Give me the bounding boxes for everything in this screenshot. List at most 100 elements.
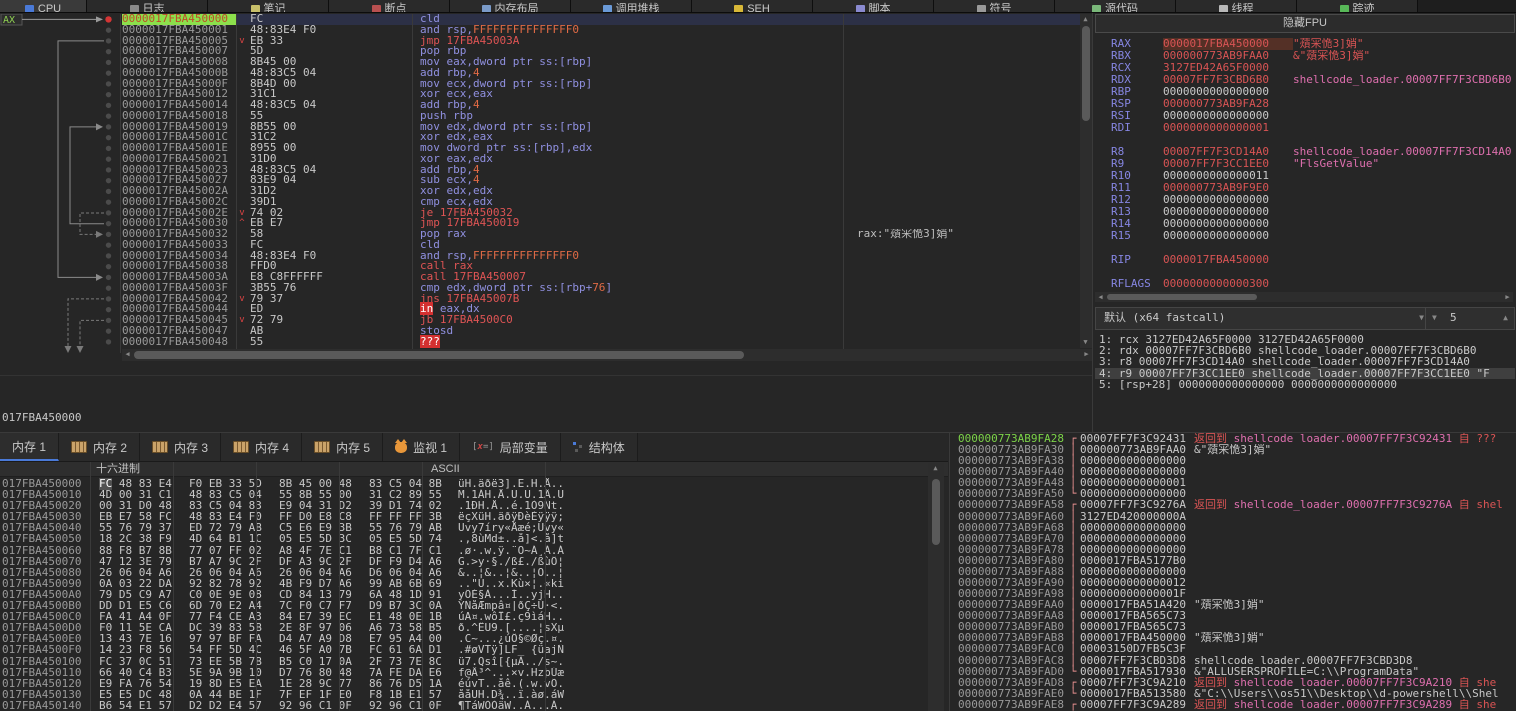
main-tab-踪迹[interactable]: 踪迹: [1297, 0, 1418, 12]
breakpoint-dot[interactable]: [106, 199, 111, 204]
breakpoint-dot[interactable]: [106, 113, 111, 118]
breakpoint-dot[interactable]: [106, 124, 111, 129]
registers-horizontal-scrollbar[interactable]: ◀ ▶: [1095, 292, 1513, 302]
register-row-RBP[interactable]: RBP0000000000000000: [1095, 86, 1515, 98]
breakpoint-dot[interactable]: [106, 318, 111, 323]
stack-pane[interactable]: 000000773AB9FA28┌00007FF7F3C92431返回到 she…: [950, 432, 1516, 711]
dump-vertical-scrollbar[interactable]: ▲: [928, 463, 944, 711]
disasm-row[interactable]: 0000017FBA450042v79 37jns 17FBA45007B: [122, 294, 1080, 305]
registers-pane[interactable]: 隐藏FPU RAX0000017FBA450000"薠冞恑3]娋"RBX0000…: [1092, 13, 1516, 432]
register-row-R10[interactable]: R100000000000000011: [1095, 170, 1515, 182]
main-tab-源代码[interactable]: 源代码: [1055, 0, 1176, 12]
breakpoint-dot-active[interactable]: [105, 16, 111, 22]
scroll-up-arrow[interactable]: ▲: [930, 463, 941, 474]
breakpoint-dot[interactable]: [106, 81, 111, 86]
register-row-RIP[interactable]: RIP0000017FBA450000: [1095, 254, 1515, 266]
breakpoint-dot[interactable]: [106, 49, 111, 54]
register-row-RBX[interactable]: RBX000000773AB9FAA0&"薠冞恑3]娋": [1095, 50, 1515, 62]
breakpoint-dot[interactable]: [106, 210, 111, 215]
register-row-RDX[interactable]: RDX00007FF7F3CBD6B0shellcode_loader.0000…: [1095, 74, 1515, 86]
disasm-vertical-scrollbar[interactable]: ▲ ▼: [1080, 14, 1092, 348]
dump-row[interactable]: 017FBA4500F014 23 F8 5654 FF 5D 4C46 5F …: [0, 644, 948, 655]
dump-tab-内存 3[interactable]: 内存 3: [140, 433, 221, 461]
dump-tab-内存 2[interactable]: 内存 2: [59, 433, 140, 461]
breakpoint-dot[interactable]: [106, 156, 111, 161]
breakpoint-dot[interactable]: [106, 221, 111, 226]
breakpoint-dot[interactable]: [106, 70, 111, 75]
register-row-RDI[interactable]: RDI0000000000000001: [1095, 122, 1515, 134]
register-row-RAX[interactable]: RAX0000017FBA450000"薠冞恑3]娋": [1095, 38, 1515, 50]
scroll-left-arrow[interactable]: ◀: [122, 349, 133, 360]
dump-row[interactable]: 017FBA45006088 F8 B7 8B77 07 FF 02A8 4F …: [0, 545, 948, 556]
register-row-R12[interactable]: R120000000000000000: [1095, 194, 1515, 206]
stack-row[interactable]: 000000773AB9FAC8│00007FF7F3CBD3D8shellco…: [950, 655, 1516, 666]
scroll-right-arrow[interactable]: ▶: [1081, 349, 1092, 360]
disasm-row[interactable]: 0000017FBA450005vEB 33jmp 17FBA45003A: [122, 36, 1080, 47]
main-tab-日志[interactable]: 日志: [87, 0, 208, 12]
disasm-horizontal-scrollbar[interactable]: ◀ ▶: [122, 349, 1092, 361]
main-tab-符号[interactable]: 符号: [934, 0, 1055, 12]
disasm-row[interactable]: 0000017FBA45003258pop raxrax:"薠冞恑3]娋": [122, 229, 1080, 240]
hex-dump-rows[interactable]: 017FBA450000FC 48 83 E4F0 EB 33 5D8B 45 …: [0, 478, 948, 711]
breakpoint-dot[interactable]: [106, 178, 111, 183]
dump-tab-监视 1[interactable]: 监视 1: [383, 433, 460, 461]
register-row-R13[interactable]: R130000000000000000: [1095, 206, 1515, 218]
breakpoint-dot[interactable]: [106, 253, 111, 258]
disassembly-rows[interactable]: 0000017FBA450000FCcld0000017FBA45000148:…: [122, 14, 1080, 353]
breakpoint-dot[interactable]: [106, 285, 111, 290]
register-row-R9[interactable]: R900007FF7F3CC1EE0"FlsGetValue": [1095, 158, 1515, 170]
breakpoint-dot[interactable]: [106, 146, 111, 151]
disasm-row[interactable]: 0000017FBA45001448:83C5 04add rbp,4: [122, 100, 1080, 111]
breakpoint-dot[interactable]: [106, 103, 111, 108]
dump-tab-内存 1[interactable]: 内存 1: [0, 433, 59, 461]
main-tab-笔记[interactable]: 笔记: [208, 0, 329, 12]
scroll-left-arrow[interactable]: ◀: [1095, 292, 1106, 303]
main-tab-脚本[interactable]: 脚本: [813, 0, 934, 12]
argument-count-spinner[interactable]: ▼ 5 ▲: [1425, 307, 1515, 330]
jump-arrow-margin[interactable]: AX: [0, 14, 122, 355]
breakpoint-dot[interactable]: [106, 135, 111, 140]
memory-dump-pane[interactable]: 内存 1内存 2内存 3内存 4内存 5监视 1[x=]局部变量结构体 十六进制…: [0, 432, 950, 711]
register-row-R8[interactable]: R800007FF7F3CD14A0shellcode_loader.00007…: [1095, 146, 1515, 158]
scrollbar-thumb[interactable]: [932, 479, 940, 545]
disasm-row[interactable]: 0000017FBA450047ABstosd: [122, 326, 1080, 337]
stack-row[interactable]: 000000773AB9FA60│3127ED420000000A: [950, 511, 1516, 522]
register-row-RSP[interactable]: RSP000000773AB9FA28: [1095, 98, 1515, 110]
disasm-row[interactable]: 0000017FBA45004855???: [122, 337, 1080, 348]
breakpoint-dot[interactable]: [106, 167, 111, 172]
breakpoint-dot[interactable]: [106, 27, 111, 32]
disasm-row[interactable]: 0000017FBA450045v72 79jb 17FBA4500C0: [122, 315, 1080, 326]
main-tab-SEH[interactable]: SEH: [692, 0, 813, 12]
breakpoint-dot[interactable]: [106, 60, 111, 65]
register-row-RFLAGS[interactable]: RFLAGS0000000000000300: [1095, 278, 1515, 290]
breakpoint-dot[interactable]: [106, 92, 111, 97]
register-row-RCX[interactable]: RCX3127ED42A65F0000: [1095, 62, 1515, 74]
register-row-R15[interactable]: R150000000000000000: [1095, 230, 1515, 242]
disassembly-pane[interactable]: AX 0000017FBA450000FCcld0000017FBA450001…: [0, 13, 1092, 431]
main-tab-CPU[interactable]: CPU: [0, 0, 87, 13]
dump-tab-局部变量[interactable]: [x=]局部变量: [460, 433, 561, 461]
main-tab-线程[interactable]: 线程: [1176, 0, 1297, 12]
main-tab-调用堆栈[interactable]: 调用堆栈: [571, 0, 692, 12]
argument-row[interactable]: 3: r8 00007FF7F3CD14A0 shellcode_loader.…: [1095, 356, 1515, 367]
scroll-down-arrow[interactable]: ▼: [1080, 337, 1091, 348]
calling-convention-select[interactable]: 默认 (x64 fastcall) ▼: [1095, 307, 1431, 330]
register-list[interactable]: RAX0000017FBA450000"薠冞恑3]娋"RBX000000773A…: [1095, 38, 1515, 290]
disasm-row[interactable]: 0000017FBA450030^EB E7jmp 17FBA450019: [122, 218, 1080, 229]
hide-fpu-button[interactable]: 隐藏FPU: [1095, 14, 1515, 33]
breakpoint-dot[interactable]: [106, 264, 111, 269]
stack-row[interactable]: 000000773AB9FA58┌00007FF7F3C9276A返回到 she…: [950, 499, 1516, 510]
stack-row[interactable]: 000000773AB9FAC0│00003150D7FB5C3F: [950, 643, 1516, 654]
register-row-R14[interactable]: R140000000000000000: [1095, 218, 1515, 230]
breakpoint-dot[interactable]: [106, 339, 111, 344]
breakpoint-dot[interactable]: [106, 328, 111, 333]
breakpoint-dot-column[interactable]: [105, 16, 111, 344]
argument-row[interactable]: 5: [rsp+28] 0000000000000000 00000000000…: [1095, 379, 1515, 390]
argument-list[interactable]: 1: rcx 3127ED42A65F0000 3127ED42A65F0000…: [1095, 334, 1515, 390]
scroll-up-arrow[interactable]: ▲: [1080, 14, 1091, 25]
register-row-R11[interactable]: R11000000773AB9F9E0: [1095, 182, 1515, 194]
scrollbar-thumb[interactable]: [134, 351, 744, 359]
breakpoint-dot[interactable]: [106, 38, 111, 43]
dump-row[interactable]: 017FBA450100FC 37 0C 5173 EE 5B 7BB5 C0 …: [0, 656, 948, 667]
main-tab-内存布局[interactable]: 内存布局: [450, 0, 571, 12]
